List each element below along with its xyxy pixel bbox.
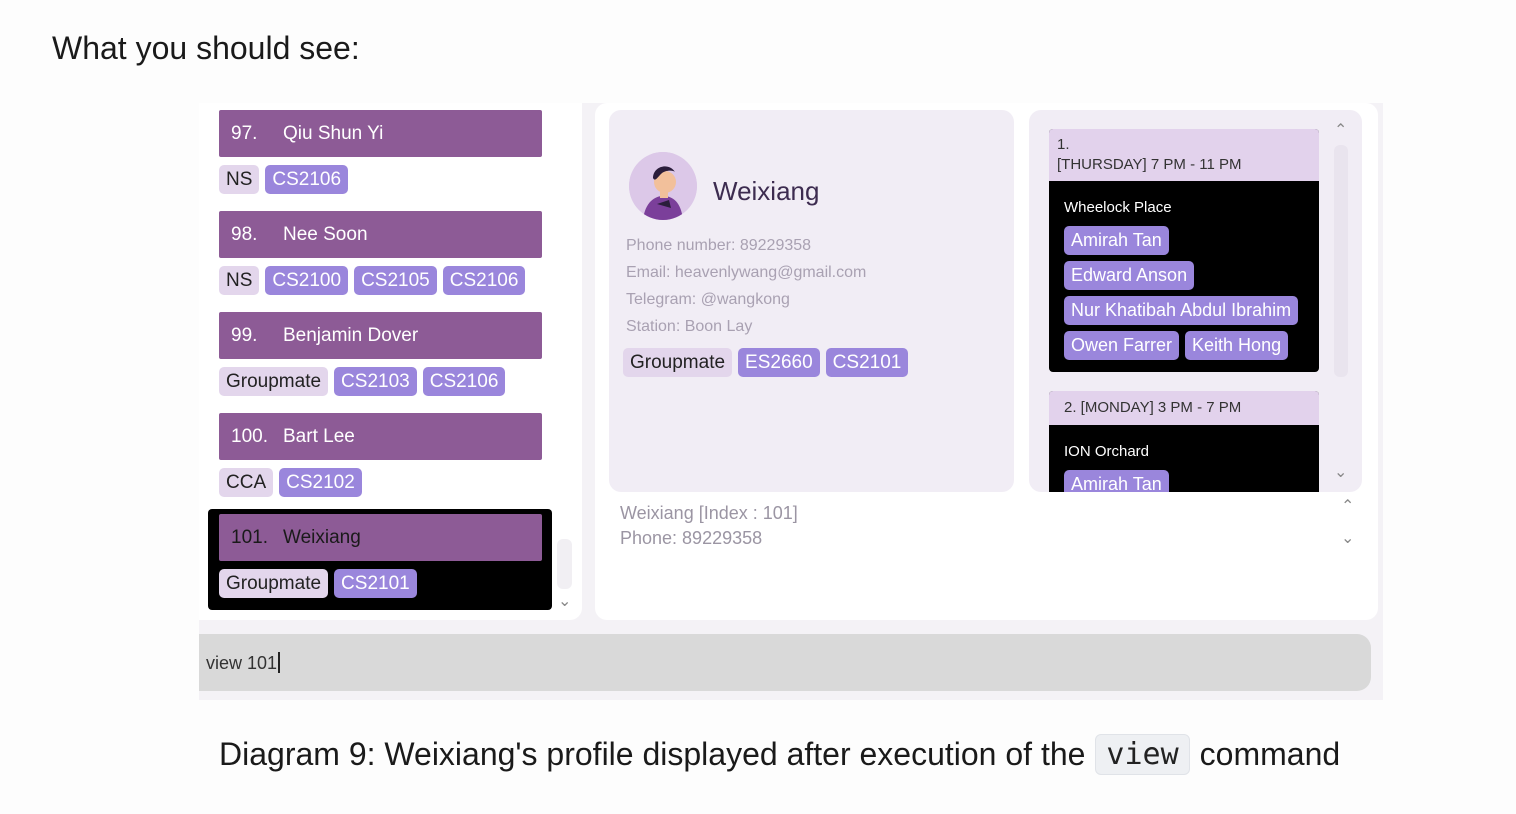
list-item[interactable]: 98. Nee Soon NS CS2100 CS2105 CS2106: [219, 211, 542, 295]
person-name: Qiu Shun Yi: [283, 122, 384, 144]
list-item[interactable]: 101. Weixiang Groupmate CS2101: [219, 514, 542, 598]
profile-name: Weixiang: [713, 176, 820, 206]
slot-header: 1. [THURSDAY] 7 PM - 11 PM: [1049, 129, 1319, 181]
member-tag: Edward Anson: [1064, 261, 1195, 290]
person-index: 99.: [231, 324, 258, 346]
list-scrollbar[interactable]: [557, 539, 572, 589]
profile-phone: Phone number: 89229358: [626, 237, 812, 254]
profile-card: Weixiang Phone number: 89229358 Email: h…: [609, 110, 1014, 492]
tag: CS2106: [422, 367, 506, 396]
tag: Groupmate: [623, 348, 733, 377]
member-tag: Keith Hong: [1185, 331, 1289, 360]
slot-venue: ION Orchard: [1064, 443, 1150, 460]
tag: CS2106: [265, 165, 349, 194]
command-value: view 101: [206, 653, 278, 673]
list-item[interactable]: 100. Bart Lee CCA CS2102: [219, 413, 542, 497]
tag: Groupmate: [219, 569, 329, 598]
list-item[interactable]: 97. Qiu Shun Yi NS CS2106: [219, 110, 542, 194]
tag: NS: [219, 266, 260, 295]
tag-row: Groupmate CS2101: [219, 569, 542, 598]
chevron-down-icon[interactable]: ⌄: [1334, 462, 1347, 482]
person-name-bar: 99. Benjamin Dover: [219, 312, 542, 359]
person-index: 100.: [231, 425, 268, 447]
chevron-up-icon[interactable]: ⌃: [1334, 120, 1347, 140]
chevron-up-icon[interactable]: ⌃: [1341, 496, 1354, 516]
slot-members: Amirah Tan: [1049, 470, 1319, 492]
person-name-bar: 98. Nee Soon: [219, 211, 542, 258]
tag-row: CCA CS2102: [219, 468, 542, 497]
text-caret: [278, 652, 281, 673]
person-name: Weixiang: [283, 526, 361, 548]
page-heading: What you should see:: [52, 30, 360, 66]
member-tag: Amirah Tan: [1064, 226, 1169, 255]
schedule-panel: 1. [THURSDAY] 7 PM - 11 PM Wheelock Plac…: [1029, 110, 1362, 492]
result-line-phone: Phone: 89229358: [620, 528, 763, 548]
member-tag: Amirah Tan: [1064, 470, 1169, 492]
detail-panel: Weixiang Phone number: 89229358 Email: h…: [595, 103, 1378, 620]
person-index: 98.: [231, 223, 258, 245]
selected-list-item[interactable]: 101. Weixiang Groupmate CS2101: [208, 509, 552, 610]
list-item[interactable]: 99. Benjamin Dover Groupmate CS2103 CS21…: [219, 312, 542, 396]
person-index: 97.: [231, 122, 258, 144]
person-name-bar: 101. Weixiang: [219, 514, 542, 561]
slot-time: [THURSDAY] 7 PM - 11 PM: [1057, 156, 1242, 173]
tag: CS2101: [334, 569, 417, 598]
member-tag: Owen Farrer: [1064, 331, 1180, 360]
tag: CS2105: [354, 266, 437, 295]
person-name-bar: 100. Bart Lee: [219, 413, 542, 460]
profile-email: Email: heavenlywang@gmail.com: [626, 264, 867, 281]
avatar: [629, 152, 697, 220]
profile-tag-row: Groupmate ES2660 CS2101: [623, 348, 909, 377]
result-line-name: Weixiang [Index : 101]: [620, 503, 798, 523]
schedule-slot[interactable]: 1. [THURSDAY] 7 PM - 11 PM Wheelock Plac…: [1049, 129, 1319, 372]
chevron-down-icon[interactable]: ⌄: [1341, 528, 1354, 548]
tag-row: NS CS2100 CS2105 CS2106: [219, 266, 542, 295]
tag: CS2106: [442, 266, 526, 295]
caption-text-end: command: [1199, 736, 1341, 772]
schedule-scrollbar[interactable]: [1334, 145, 1348, 377]
tag: CCA: [219, 468, 274, 497]
person-name: Nee Soon: [283, 223, 368, 245]
tag: CS2103: [334, 367, 417, 396]
figure-caption: Diagram 9: Weixiang's profile displayed …: [219, 734, 1340, 775]
tag: NS: [219, 165, 260, 194]
tag: CS2101: [825, 348, 909, 377]
app-screenshot: 97. Qiu Shun Yi NS CS2106 98. Nee Soon N…: [199, 103, 1383, 700]
tag: ES2660: [738, 348, 820, 377]
profile-telegram: Telegram: @wangkong: [626, 291, 790, 308]
slot-members: Amirah Tan Edward Anson Nur Khatibah Abd…: [1049, 226, 1319, 372]
person-name-bar: 97. Qiu Shun Yi: [219, 110, 542, 157]
caption-text: Diagram 9: Weixiang's profile displayed …: [219, 736, 1086, 772]
tag-row: NS CS2106: [219, 165, 542, 194]
schedule-slot[interactable]: 2. [MONDAY] 3 PM - 7 PM ION Orchard Amir…: [1049, 391, 1319, 492]
slot-header: 2. [MONDAY] 3 PM - 7 PM: [1049, 391, 1319, 425]
person-name: Benjamin Dover: [283, 324, 419, 346]
member-tag: Nur Khatibah Abdul Ibrahim: [1064, 296, 1299, 325]
slot-venue: Wheelock Place: [1064, 199, 1172, 216]
slot-number: 1.: [1057, 136, 1070, 153]
person-list: 97. Qiu Shun Yi NS CS2106 98. Nee Soon N…: [199, 103, 582, 620]
tag: Groupmate: [219, 367, 329, 396]
tag-row: Groupmate CS2103 CS2106: [219, 367, 542, 396]
person-name: Bart Lee: [283, 425, 355, 447]
command-text[interactable]: view 101: [206, 652, 281, 674]
tag: CS2102: [279, 468, 362, 497]
tag: CS2100: [265, 266, 349, 295]
caption-code: view: [1095, 734, 1190, 775]
person-index: 101.: [231, 526, 268, 548]
profile-station: Station: Boon Lay: [626, 318, 753, 335]
command-input[interactable]: view 101: [199, 634, 1371, 691]
chevron-down-icon[interactable]: ⌄: [558, 591, 571, 611]
